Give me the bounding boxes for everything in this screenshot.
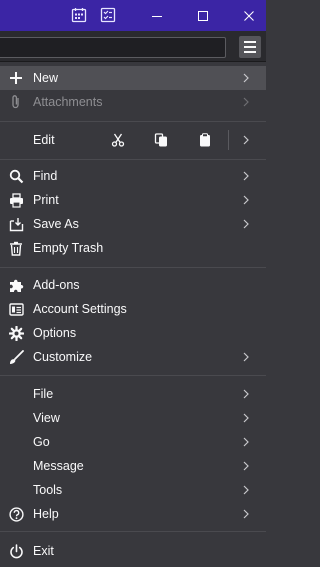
menu-item-tools[interactable]: Tools [0,478,266,502]
plus-icon [8,70,24,86]
menu-item-label: Go [33,435,50,449]
calendar-icon[interactable] [71,7,87,23]
chevron-right-icon [243,73,249,83]
menu-item-message[interactable]: Message [0,454,266,478]
menu-item-options[interactable]: Options [0,321,266,345]
hamburger-menu-button[interactable] [239,36,261,58]
chevron-right-icon [243,219,249,229]
help-circle-icon [8,506,24,522]
menu-item-empty-trash[interactable]: Empty Trash [0,236,266,260]
separator [0,159,266,160]
chevron-right-icon [243,97,249,107]
copy-button[interactable] [147,130,175,150]
menu-item-go[interactable]: Go [0,430,266,454]
chevron-right-icon [243,195,249,205]
menu-item-label: Help [33,507,59,521]
chevron-right-icon [243,413,249,423]
menu-item-view[interactable]: View [0,406,266,430]
menu-item-label: File [33,387,54,401]
menu-item-edit: Edit [0,128,266,152]
app-menu-panel: New Attachments Edit Find Print Save As … [0,62,266,567]
power-icon [8,543,24,559]
menu-item-exit[interactable]: Exit [0,539,266,563]
menu-item-save-as[interactable]: Save As [0,212,266,236]
menu-item-label: Customize [33,350,93,364]
separator [0,375,266,376]
menu-item-label: Find [33,169,58,183]
chevron-right-icon [243,352,249,362]
menu-item-print[interactable]: Print [0,188,266,212]
maximize-button[interactable] [183,0,223,31]
toolbar [0,31,266,62]
search-icon [8,168,24,184]
title-bar [0,0,266,31]
menu-item-label: Message [33,459,84,473]
paste-icon [200,133,210,147]
printer-icon [8,192,24,208]
chevron-right-icon [243,461,249,471]
trash-icon [8,240,24,256]
menu-item-label: Save As [33,217,79,231]
minimize-button[interactable] [137,0,177,31]
menu-item-customize[interactable]: Customize [0,345,266,369]
paperclip-icon [8,94,24,110]
menu-item-label: Edit [33,133,55,147]
menu-item-file[interactable]: File [0,382,266,406]
chevron-right-icon [243,389,249,399]
chevron-right-icon [243,171,249,181]
menu-item-label: View [33,411,60,425]
menu-item-label: Account Settings [33,302,127,316]
menu-item-label: Options [33,326,77,340]
separator [228,130,229,150]
chevron-right-icon[interactable] [242,134,250,146]
search-input[interactable] [0,37,226,58]
chevron-right-icon [243,509,249,519]
menu-item-label: New [33,71,59,85]
menu-item-account-settings[interactable]: Account Settings [0,297,266,321]
menu-item-label: Empty Trash [33,241,104,255]
menu-item-help[interactable]: Help [0,502,266,526]
menu-item-label: Exit [33,544,54,558]
paste-button[interactable] [191,130,219,150]
tasks-icon[interactable] [100,7,116,23]
close-button[interactable] [229,0,269,31]
chevron-right-icon [243,485,249,495]
puzzle-piece-icon [8,277,24,293]
account-card-icon [8,301,24,317]
cut-button[interactable] [104,130,132,150]
separator [0,121,266,122]
copy-icon [154,133,167,147]
menu-item-label: Tools [33,483,63,497]
save-as-icon [8,216,24,232]
separator [0,267,266,268]
menu-item-label: Attachments [33,95,103,109]
menu-item-find[interactable]: Find [0,164,266,188]
hamburger-icon [244,41,256,43]
cut-icon [111,133,125,147]
separator [0,531,266,532]
menu-item-new[interactable]: New [0,66,266,90]
menu-item-label: Add-ons [33,278,80,292]
menu-item-label: Print [33,193,59,207]
menu-item-addons[interactable]: Add-ons [0,273,266,297]
chevron-right-icon [243,437,249,447]
paintbrush-icon [8,349,24,365]
gear-icon [8,325,24,341]
menu-item-attachments[interactable]: Attachments [0,90,266,114]
